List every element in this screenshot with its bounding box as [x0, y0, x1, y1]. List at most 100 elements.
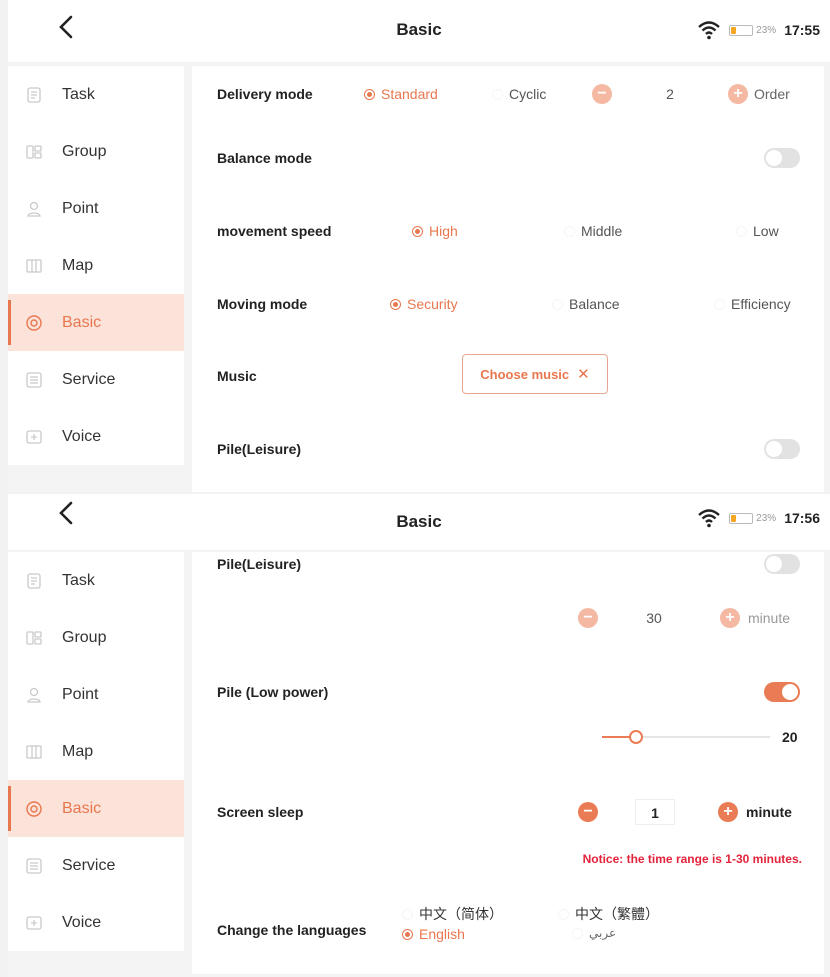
sidebar-item-label: Group	[62, 142, 107, 160]
leisure-decrement-button[interactable]: −	[578, 608, 598, 628]
radio-speed-high-label: High	[429, 223, 458, 239]
battery-icon	[729, 24, 754, 36]
radio-icon	[736, 225, 747, 237]
radio-icon	[402, 908, 413, 920]
low-power-value: 20	[782, 729, 798, 745]
delivery-mode-label: Delivery mode	[217, 86, 313, 102]
radio-lang-arabic[interactable]: عربي	[572, 926, 616, 940]
radio-speed-low[interactable]: Low	[736, 223, 779, 239]
sidebar-item-label: Basic	[62, 313, 102, 331]
leisure-unit: minute	[748, 610, 791, 626]
screen-basic-top: Basic 23% 17:55 Task Group Point Map Basic Se…	[8, 0, 830, 492]
sidebar-item-label: Task	[62, 571, 95, 589]
radio-cyclic-label: Cyclic	[509, 86, 547, 102]
sleep-decrement-button[interactable]: −	[578, 802, 598, 822]
radio-speed-middle-label: Middle	[581, 223, 623, 239]
task-icon	[24, 571, 44, 591]
sidebar-item-point[interactable]: Point	[8, 666, 184, 723]
sidebar-item-label: Basic	[62, 799, 102, 817]
battery-indicator: 23%	[729, 24, 777, 36]
sidebar-item-label: Voice	[62, 913, 102, 931]
music-label: Music	[217, 368, 257, 384]
radio-standard[interactable]: Standard	[364, 86, 438, 102]
close-icon[interactable]: ✕	[577, 365, 590, 383]
wifi-icon	[697, 20, 721, 40]
battery-percent: 23%	[756, 512, 777, 524]
sidebar-item-basic[interactable]: Basic	[8, 780, 184, 837]
sidebar-item-group[interactable]: Group	[8, 123, 184, 180]
cyclic-increment-button[interactable]: +	[728, 84, 748, 104]
radio-moving-efficiency[interactable]: Efficiency	[714, 296, 791, 312]
radio-moving-balance[interactable]: Balance	[552, 296, 620, 312]
notice-text: Notice: the time range is 1-30 minutes.	[582, 852, 802, 866]
radio-moving-balance-label: Balance	[569, 296, 620, 312]
sidebar-item-service[interactable]: Service	[8, 837, 184, 894]
sidebar-item-label: Service	[62, 856, 116, 874]
pile-leisure-label: Pile(Leisure)	[217, 556, 302, 572]
radio-icon	[492, 88, 503, 100]
radio-moving-efficiency-label: Efficiency	[731, 296, 791, 312]
service-icon	[24, 856, 44, 876]
movement-speed-label: movement speed	[217, 223, 332, 239]
radio-speed-high[interactable]: High	[412, 223, 458, 239]
sidebar-item-map[interactable]: Map	[8, 237, 184, 294]
group-icon	[24, 628, 44, 648]
status-time: 17:55	[784, 22, 820, 38]
sidebar-item-task[interactable]: Task	[8, 552, 184, 609]
pile-leisure-toggle[interactable]	[764, 439, 800, 459]
radio-icon	[412, 225, 423, 237]
radio-icon	[558, 908, 569, 920]
battery-icon	[729, 512, 754, 524]
radio-lang-traditional-label: 中文（繁體）	[575, 906, 659, 922]
radio-icon	[402, 928, 413, 940]
group-icon	[24, 142, 44, 162]
radio-icon	[552, 298, 563, 310]
sidebar-item-service[interactable]: Service	[8, 351, 184, 408]
radio-lang-english[interactable]: English	[402, 926, 465, 942]
radio-speed-middle[interactable]: Middle	[564, 223, 622, 239]
sidebar-item-label: Map	[62, 742, 94, 760]
choose-music-button[interactable]: Choose music ✕	[462, 354, 608, 394]
status-bar: 23% 17:55	[697, 20, 820, 40]
sidebar-item-voice[interactable]: Voice	[8, 408, 184, 465]
slider-thumb[interactable]	[628, 730, 643, 744]
pile-leisure-toggle[interactable]	[764, 554, 800, 574]
sidebar-item-voice[interactable]: Voice	[8, 894, 184, 951]
settings-icon	[24, 313, 44, 333]
sidebar-item-point[interactable]: Point	[8, 180, 184, 237]
battery-percent: 23%	[756, 24, 777, 36]
balance-mode-toggle[interactable]	[764, 148, 800, 168]
leisure-minutes-value: 30	[646, 610, 662, 626]
choose-music-label: Choose music	[480, 366, 570, 382]
moving-mode-label: Moving mode	[217, 296, 308, 312]
radio-lang-traditional[interactable]: 中文（繁體）	[558, 904, 659, 924]
top-bar: Basic 23% 17:55	[8, 0, 830, 62]
low-power-slider[interactable]	[602, 727, 770, 747]
order-label: Order	[754, 86, 790, 102]
radio-icon	[364, 88, 375, 100]
cyclic-decrement-button[interactable]: −	[592, 84, 612, 104]
screen-basic-bottom: Basic 23% 17:56 Task Group Point Map Basic Se…	[8, 494, 830, 977]
sidebar-item-group[interactable]: Group	[8, 609, 184, 666]
pile-low-power-toggle[interactable]	[764, 682, 800, 702]
radio-speed-low-label: Low	[753, 223, 779, 239]
sidebar-item-label: Group	[62, 628, 107, 646]
sleep-minutes-input[interactable]: 1	[635, 799, 675, 825]
radio-icon	[390, 298, 401, 310]
leisure-increment-button[interactable]: +	[720, 608, 740, 628]
languages-label: Change the languages	[217, 922, 367, 938]
radio-cyclic[interactable]: Cyclic	[492, 86, 546, 102]
status-time: 17:56	[784, 510, 820, 526]
point-icon	[24, 199, 44, 219]
sidebar-item-label: Map	[62, 256, 94, 274]
sleep-increment-button[interactable]: +	[718, 802, 738, 822]
radio-icon	[714, 298, 725, 310]
sidebar-item-basic[interactable]: Basic	[8, 294, 184, 351]
voice-icon	[24, 913, 44, 933]
settings-panel: Delivery mode Standard Cyclic − 2 + Orde…	[192, 66, 824, 492]
radio-moving-security[interactable]: Security	[390, 296, 458, 312]
radio-lang-simplified[interactable]: 中文（简体）	[402, 904, 503, 924]
sidebar-item-map[interactable]: Map	[8, 723, 184, 780]
sidebar-item-task[interactable]: Task	[8, 66, 184, 123]
cyclic-count: 2	[666, 86, 674, 102]
